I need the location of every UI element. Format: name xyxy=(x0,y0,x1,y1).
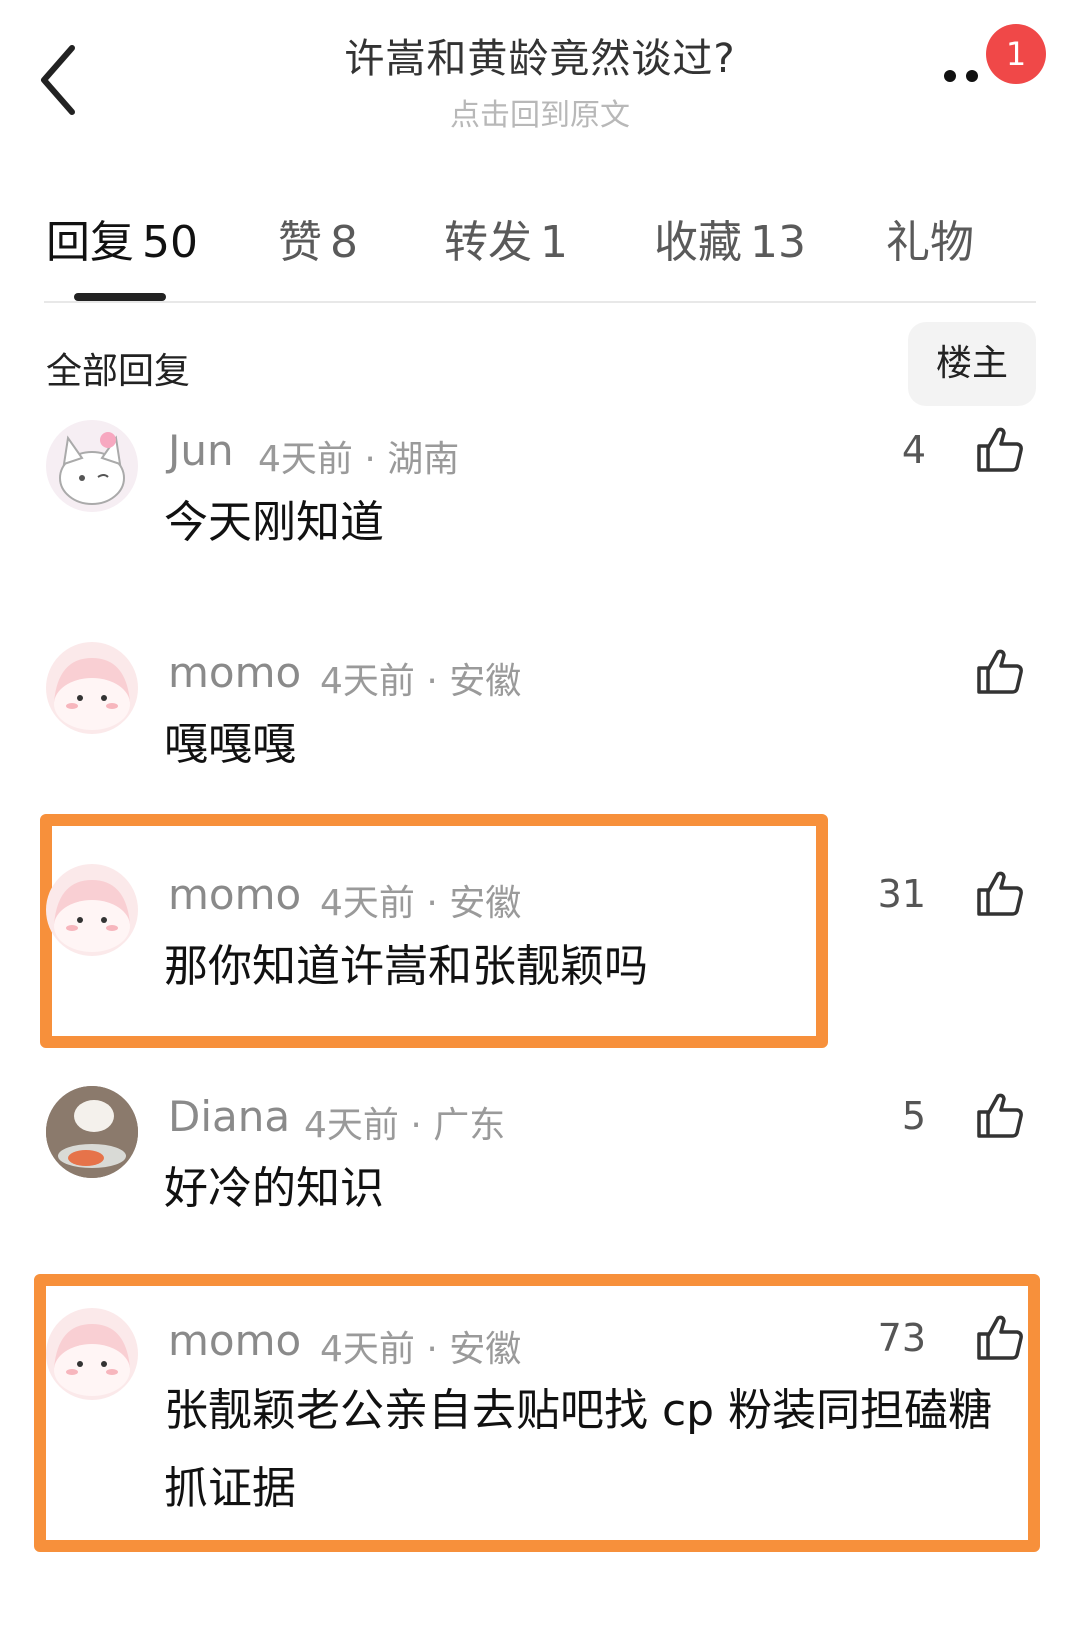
thumbs-up-icon[interactable] xyxy=(975,646,1025,696)
like-count: 5 xyxy=(901,1094,926,1138)
avatar[interactable] xyxy=(46,1086,138,1178)
tab-likes[interactable]: 赞8 xyxy=(278,206,358,270)
active-tab-indicator xyxy=(74,293,166,301)
tab-reposts-label: 转发 xyxy=(444,217,532,268)
comment-time: 4天前 xyxy=(320,1329,415,1370)
comment-meta: 4天前 · 湖南 xyxy=(258,439,460,480)
thumbs-up-icon[interactable] xyxy=(975,424,1025,474)
tab-replies-count: 50 xyxy=(142,217,198,268)
comment-location: 安徽 xyxy=(449,661,522,702)
like-count: 73 xyxy=(877,1316,926,1360)
tab-favorites-count: 13 xyxy=(750,217,806,268)
avatar[interactable] xyxy=(46,864,138,956)
comment-meta: 4天前 · 安徽 xyxy=(320,1329,522,1370)
comment-username[interactable]: momo xyxy=(168,648,301,697)
comment-time: 4天前 xyxy=(320,883,415,924)
back-to-post-link[interactable]: 点击回到原文 xyxy=(340,90,740,134)
back-chevron-icon[interactable] xyxy=(36,40,86,120)
comment-text[interactable]: 那你知道许嵩和张靓颖吗 xyxy=(164,928,648,1006)
tab-replies[interactable]: 回复 50 xyxy=(46,206,198,270)
comment-text[interactable]: 嘎嘎嘎 xyxy=(164,706,296,784)
comment-text[interactable]: 好冷的知识 xyxy=(164,1150,384,1228)
thumbs-up-icon[interactable] xyxy=(975,1090,1025,1140)
comment-text[interactable]: 张靓颖老公亲自去贴吧找 cp 粉装同担磕糖抓证据 xyxy=(164,1372,1004,1528)
comment-username[interactable]: Jun xyxy=(168,426,234,475)
comment-location: 广东 xyxy=(433,1105,506,1146)
comment-username[interactable]: momo xyxy=(168,870,301,919)
comment-time: 4天前 xyxy=(258,439,353,480)
thumbs-up-icon[interactable] xyxy=(975,868,1025,918)
tab-favorites-label: 收藏 xyxy=(654,217,742,268)
avatar[interactable] xyxy=(46,420,138,512)
avatar[interactable] xyxy=(46,1308,138,1400)
tab-likes-label: 赞 xyxy=(278,217,322,268)
comment-time: 4天前 xyxy=(304,1105,399,1146)
comment-username[interactable]: Diana xyxy=(168,1092,290,1141)
tab-likes-count: 8 xyxy=(330,217,358,268)
all-replies-title: 全部回复 xyxy=(46,351,191,392)
op-only-filter-button[interactable]: 楼主 xyxy=(908,322,1036,406)
comment-location: 湖南 xyxy=(387,439,460,480)
comment-username[interactable]: momo xyxy=(168,1316,301,1365)
like-count: 4 xyxy=(901,428,926,472)
comment-location: 安徽 xyxy=(449,1329,522,1370)
comment-location: 安徽 xyxy=(449,883,522,924)
tab-reposts-count: 1 xyxy=(540,217,568,268)
comment-meta: 4天前 · 安徽 xyxy=(320,883,522,924)
tab-gifts-label: 礼物 xyxy=(886,217,974,268)
more-icon[interactable] xyxy=(944,66,994,86)
like-count: 31 xyxy=(877,872,926,916)
tab-reposts[interactable]: 转发 1 xyxy=(444,206,568,270)
comment-time: 4天前 xyxy=(320,661,415,702)
tab-favorites[interactable]: 收藏 13 xyxy=(654,206,806,270)
comment-text[interactable]: 今天刚知道 xyxy=(164,484,384,562)
thumbs-up-icon[interactable] xyxy=(975,1312,1025,1362)
tab-gifts[interactable]: 礼物 xyxy=(886,206,974,270)
post-title[interactable]: 许嵩和黄龄竟然谈过? xyxy=(240,26,840,84)
tab-divider xyxy=(44,301,1036,303)
notification-badge[interactable]: 1 xyxy=(986,24,1046,84)
comment-meta: 4天前 · 广东 xyxy=(304,1105,506,1146)
tab-replies-label: 回复 xyxy=(46,217,134,268)
comment-meta: 4天前 · 安徽 xyxy=(320,661,522,702)
avatar[interactable] xyxy=(46,642,138,734)
